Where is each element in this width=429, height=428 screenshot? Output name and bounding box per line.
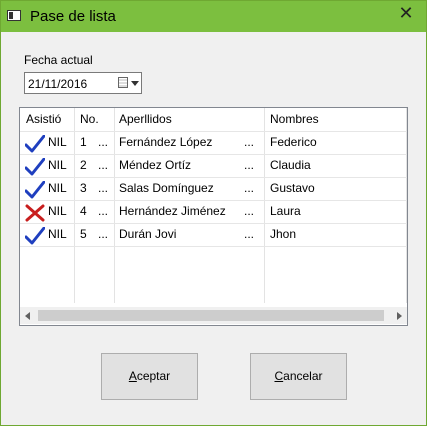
cell-ellipsis[interactable]: ...	[98, 131, 108, 154]
cell-ellipsis[interactable]: ...	[98, 177, 108, 200]
cell-code: NIL	[48, 181, 67, 195]
col-header-apellidos[interactable]: Aperllidos	[119, 108, 172, 131]
cell-no: 4	[80, 204, 87, 218]
cell-code: NIL	[48, 135, 67, 149]
accept-label: ceptar	[136, 369, 171, 383]
col-header-asistio[interactable]: Asistió	[26, 108, 61, 131]
scroll-thumb[interactable]	[38, 310, 384, 321]
calendar-icon[interactable]	[118, 77, 128, 88]
cell-ellipsis[interactable]: ...	[244, 131, 254, 154]
cell-nombres: Gustavo	[270, 181, 315, 195]
cell-code: NIL	[48, 227, 67, 241]
cell-apellidos: Salas Domínguez	[119, 181, 214, 195]
cell-no: 3	[80, 181, 87, 195]
table-row[interactable]: NIL 3... Salas Domínguez... Gustavo	[20, 177, 407, 200]
check-icon[interactable]	[24, 180, 46, 199]
cell-code: NIL	[48, 158, 67, 172]
cell-ellipsis[interactable]: ...	[98, 154, 108, 177]
cell-apellidos: Durán Jovi	[119, 227, 177, 241]
attendance-grid[interactable]: Asistió No. Aperllidos Nombres NIL 1... Fe…	[19, 107, 408, 326]
cross-icon[interactable]	[25, 204, 45, 222]
table-row[interactable]: NIL 2... Méndez Ortíz... Claudia	[20, 154, 407, 177]
cell-ellipsis[interactable]: ...	[98, 200, 108, 223]
cell-nombres: Claudia	[270, 158, 311, 172]
cell-apellidos: Hernández Jiménez	[119, 204, 226, 218]
accept-accel: A	[128, 369, 137, 383]
cell-apellidos: Méndez Ortíz	[119, 158, 192, 172]
cell-code: NIL	[48, 204, 67, 218]
col-header-no[interactable]: No.	[80, 108, 99, 131]
cell-no: 2	[80, 158, 87, 172]
horizontal-scrollbar[interactable]	[20, 307, 407, 324]
cancel-button[interactable]: Cancelar	[250, 353, 347, 400]
close-icon[interactable]: ✕	[391, 2, 421, 26]
check-icon[interactable]	[24, 226, 46, 245]
cell-ellipsis[interactable]: ...	[244, 177, 254, 200]
row-divider	[20, 246, 407, 247]
chevron-down-icon[interactable]	[131, 81, 139, 86]
cell-nombres: Laura	[270, 204, 301, 218]
dialog-window: Pase de lista ✕ Fecha actual 21/11/2016 …	[0, 0, 427, 426]
cancel-label: ancelar	[283, 369, 323, 383]
check-icon[interactable]	[24, 157, 46, 176]
check-icon[interactable]	[24, 134, 46, 153]
cell-ellipsis[interactable]: ...	[244, 200, 254, 223]
window-title: Pase de lista	[30, 8, 116, 25]
cell-no: 1	[80, 135, 87, 149]
date-label: Fecha actual	[24, 53, 93, 67]
table-row[interactable]: NIL 4... Hernández Jiménez... Laura	[20, 200, 407, 223]
cell-nombres: Jhon	[270, 227, 297, 241]
table-row[interactable]: NIL 1... Fernández López... Federico	[20, 131, 407, 154]
table-row[interactable]: NIL 5... Durán Jovi... Jhon	[20, 223, 407, 246]
cell-nombres: Federico	[270, 135, 317, 149]
cell-ellipsis[interactable]: ...	[98, 223, 108, 246]
grid-header: Asistió No. Aperllidos Nombres	[20, 108, 407, 131]
window-icon	[7, 10, 21, 21]
title-bar[interactable]: Pase de lista ✕	[1, 1, 426, 32]
cancel-accel: C	[274, 369, 284, 383]
scroll-left-icon[interactable]	[25, 312, 30, 320]
cell-no: 5	[80, 227, 87, 241]
col-header-nombres[interactable]: Nombres	[270, 108, 319, 131]
cell-ellipsis[interactable]: ...	[244, 223, 254, 246]
date-value: 21/11/2016	[28, 77, 88, 91]
cell-ellipsis[interactable]: ...	[244, 154, 254, 177]
date-picker[interactable]: 21/11/2016	[24, 72, 142, 94]
accept-button[interactable]: Aceptar	[101, 353, 198, 400]
scroll-right-icon[interactable]	[397, 312, 402, 320]
cell-apellidos: Fernández López	[119, 135, 213, 149]
